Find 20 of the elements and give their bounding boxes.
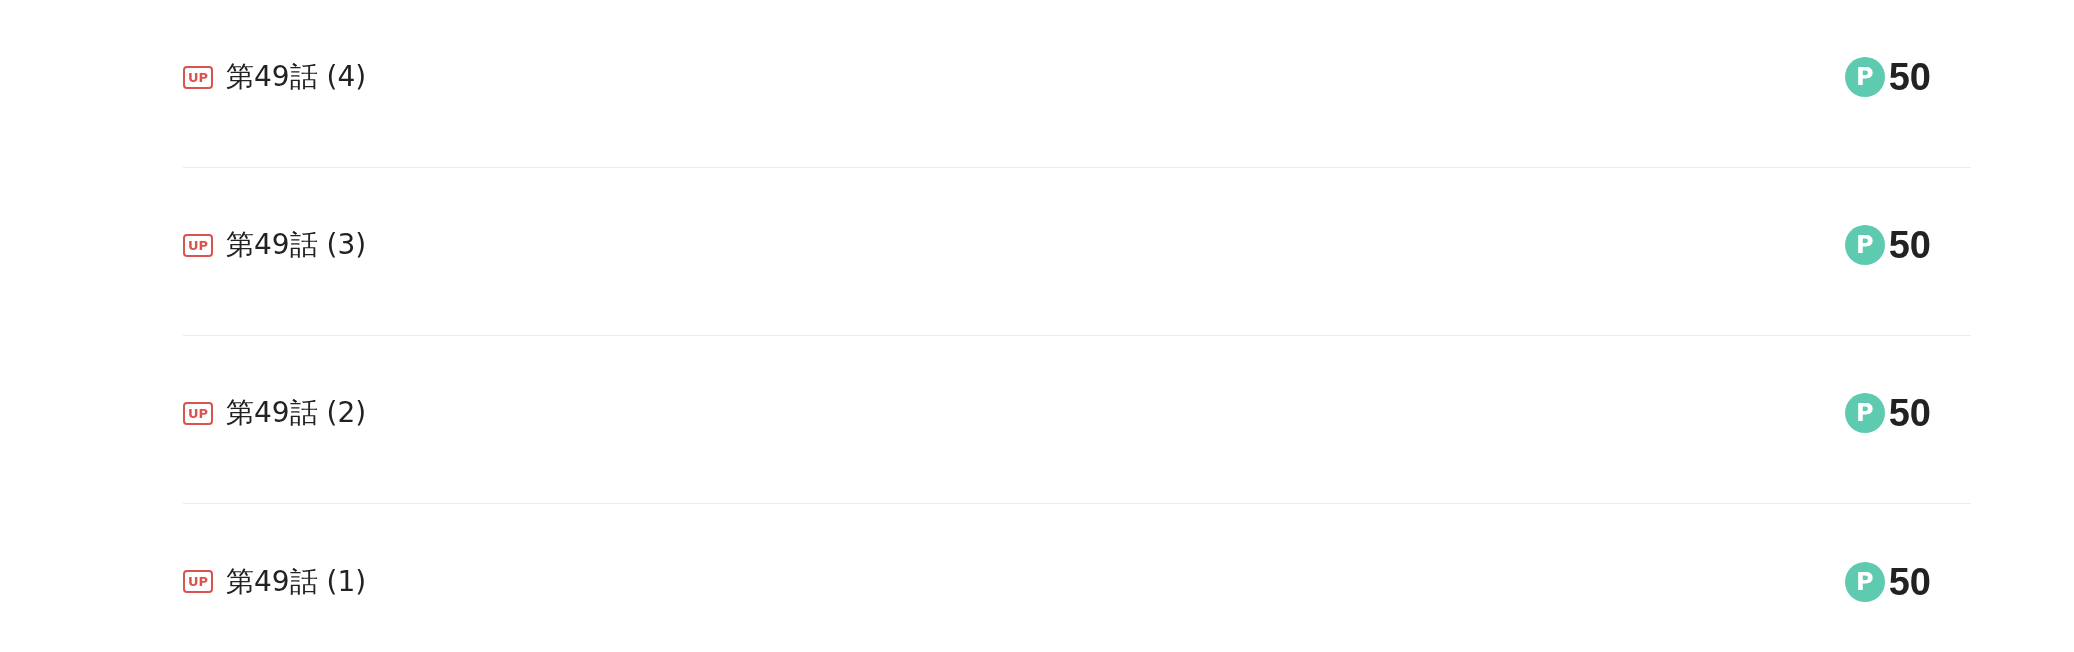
price-text: 50 xyxy=(1888,561,1931,602)
episode-title: 第49話 (1) xyxy=(226,563,367,600)
episode-row[interactable]: UP 第49話 (1) P 50 xyxy=(183,504,1971,652)
point-icon: P xyxy=(1844,57,1885,97)
price-text: 50 xyxy=(1888,57,1931,97)
episode-title: 第49話 (3) xyxy=(226,227,367,263)
episode-row[interactable]: UP 第49話 (2) P 50 xyxy=(183,336,1971,504)
update-tag: UP xyxy=(183,570,213,593)
point-icon: P xyxy=(1844,393,1885,433)
price-text: 50 xyxy=(1888,225,1931,265)
point-icon: P xyxy=(1844,561,1885,602)
update-tag: UP xyxy=(183,233,213,257)
episode-row[interactable]: UP 第49話 (3) P 50 xyxy=(183,168,1971,336)
update-tag: UP xyxy=(183,401,213,425)
point-icon: P xyxy=(1844,225,1885,265)
update-tag: UP xyxy=(183,65,213,89)
episode-title: 第49話 (2) xyxy=(226,395,367,431)
episode-title: 第49話 (4) xyxy=(226,59,367,95)
price-text: 50 xyxy=(1888,393,1931,433)
episode-row[interactable]: UP 第49話 (4) P 50 xyxy=(183,0,1971,168)
